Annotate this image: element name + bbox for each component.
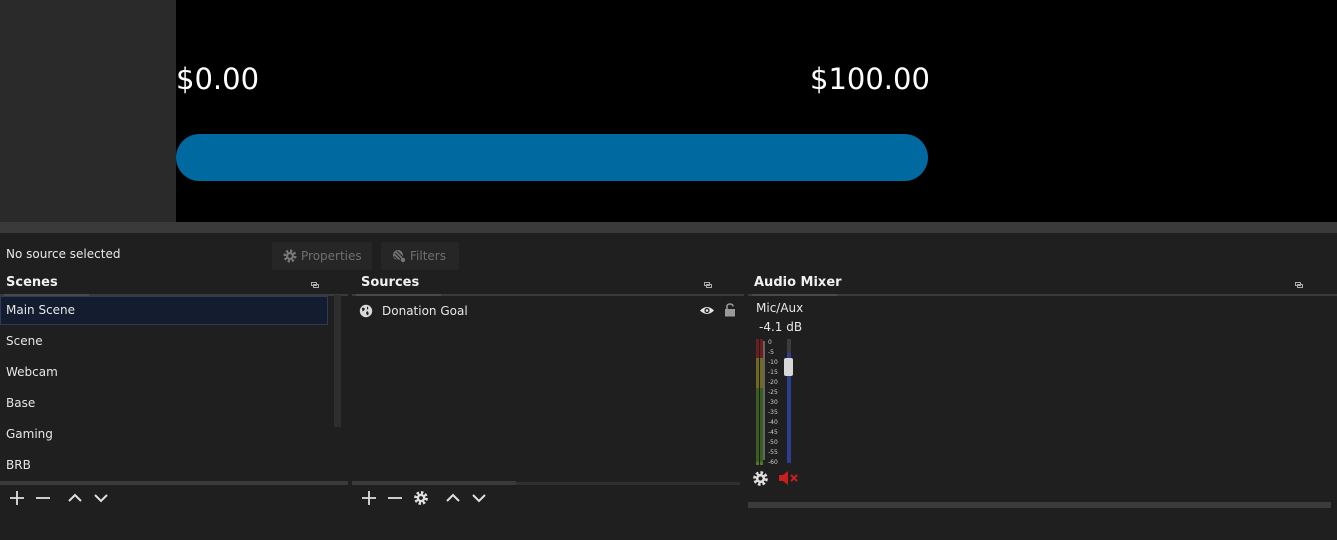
meter-scale-label: -35	[768, 409, 778, 416]
move-down-icon	[472, 494, 486, 503]
scene-item-scene[interactable]: Scene	[0, 327, 328, 356]
move-up-icon	[68, 493, 82, 502]
move-up-icon	[446, 493, 460, 502]
eye-icon[interactable]	[699, 305, 715, 316]
source-properties-button[interactable]	[410, 487, 432, 509]
audio-mixer-tab-indicator	[752, 294, 837, 296]
move-down-icon	[94, 494, 108, 503]
context-bar: No source selected Properties Filters	[0, 233, 1337, 273]
scenes-dock: Scenes Main Scene Scene Webcam Base Gami…	[0, 273, 348, 540]
meter-scale-label: -5	[768, 349, 774, 356]
sources-tab-indicator	[356, 294, 441, 296]
filters-label: Filters	[410, 249, 446, 263]
move-source-up-button[interactable]	[442, 487, 464, 509]
volume-fader-track-unfilled	[787, 339, 791, 353]
meter-scale-label: -10	[768, 359, 778, 366]
remove-scene-button[interactable]	[32, 487, 54, 509]
mixer-channel-name: Mic/Aux	[756, 301, 804, 315]
mixer-horizontal-scrollbar[interactable]	[748, 502, 1331, 508]
scenes-title: Scenes	[6, 275, 58, 290]
add-icon	[10, 491, 24, 505]
preview-area: $0.00 $100.00	[0, 0, 1337, 222]
globe-icon	[359, 304, 373, 318]
mixer-db-readout: -4.1 dB	[759, 320, 803, 334]
add-source-button[interactable]	[358, 487, 380, 509]
add-icon	[362, 491, 376, 505]
donation-goal-bar	[176, 134, 928, 181]
meter-scale-label: -60	[768, 459, 778, 466]
source-name: Donation Goal	[382, 304, 468, 318]
properties-label: Properties	[301, 249, 362, 263]
move-source-down-button[interactable]	[468, 487, 490, 509]
meter-scale-label: -15	[768, 369, 778, 376]
filter-icon	[393, 250, 406, 263]
meter-scale-label: -45	[768, 429, 778, 436]
meter-scale-label: -50	[768, 439, 778, 446]
source-item-donation-goal[interactable]: Donation Goal	[352, 297, 744, 324]
meter-scale-label: -25	[768, 389, 778, 396]
sources-dock: Sources Donation Goal	[352, 273, 744, 540]
context-status-text: No source selected	[6, 247, 121, 261]
meter-scale-label: -30	[768, 399, 778, 406]
sources-toolbar-separator-right	[516, 482, 740, 485]
scene-item-brb[interactable]: BRB	[0, 451, 328, 480]
scene-item-gaming[interactable]: Gaming	[0, 420, 328, 449]
audio-mixer-dock: Audio Mixer Mic/Aux -4.1 dB 0 -5 -10 -15 -20…	[748, 273, 1337, 540]
gear-icon[interactable]	[752, 470, 769, 487]
meter-scale-label: 0	[768, 339, 772, 346]
volume-fader-handle[interactable]	[784, 358, 793, 376]
preview-divider[interactable]	[0, 222, 1337, 233]
gear-icon	[283, 249, 297, 263]
audio-mixer-title: Audio Mixer	[754, 275, 842, 290]
goal-start-amount: $0.00	[176, 62, 260, 96]
meter-scale-label: -20	[768, 379, 778, 386]
gear-icon	[414, 491, 428, 505]
scene-item-webcam[interactable]: Webcam	[0, 358, 328, 387]
move-scene-up-button[interactable]	[64, 487, 86, 509]
goal-end-amount: $100.00	[810, 62, 930, 96]
scenes-toolbar-separator	[0, 481, 348, 485]
add-scene-button[interactable]	[6, 487, 28, 509]
meter-scale-label: -55	[768, 449, 778, 456]
sources-toolbar-separator	[352, 481, 516, 485]
meter-scale-label: -40	[768, 419, 778, 426]
preview-canvas[interactable]: $0.00 $100.00	[176, 0, 1337, 222]
float-dock-icon[interactable]	[311, 282, 319, 288]
unlock-icon[interactable]	[724, 303, 736, 317]
float-dock-icon[interactable]	[704, 282, 712, 288]
scene-item-base[interactable]: Base	[0, 389, 328, 418]
float-dock-icon[interactable]	[1295, 282, 1303, 288]
remove-icon	[36, 497, 50, 499]
remove-icon	[388, 497, 402, 499]
move-scene-down-button[interactable]	[90, 487, 112, 509]
remove-source-button[interactable]	[384, 487, 406, 509]
muted-speaker-icon[interactable]	[778, 470, 800, 486]
filters-button[interactable]: Filters	[381, 242, 459, 270]
sources-title: Sources	[361, 275, 420, 290]
scene-item-main-scene[interactable]: Main Scene	[0, 296, 328, 325]
properties-button[interactable]: Properties	[272, 242, 372, 270]
scenes-scrollbar[interactable]	[334, 295, 341, 427]
